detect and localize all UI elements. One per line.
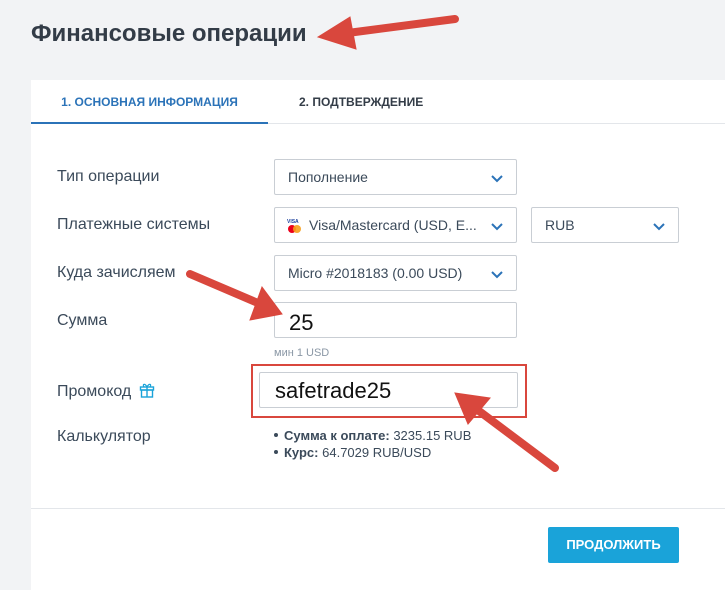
gift-icon (139, 383, 154, 398)
mastercard-icon: VISA (287, 219, 301, 233)
page-title: Финансовые операции (31, 20, 307, 47)
amount-label: Сумма (57, 312, 108, 329)
calculator-label: Калькулятор (57, 428, 151, 445)
currency-value: RUB (545, 217, 575, 233)
calc-row-rate: Курс: 64.7029 RUB/USD (274, 444, 471, 461)
payment-system-value: Visa/Mastercard (USD, E... (309, 217, 477, 233)
chevron-down-icon (491, 271, 503, 279)
operation-type-label: Тип операции (57, 168, 160, 185)
footer-divider (31, 508, 725, 509)
chevron-down-icon (491, 175, 503, 183)
destination-label: Куда зачисляем (57, 264, 176, 281)
promo-highlight-frame (251, 364, 527, 418)
destination-select[interactable]: Micro #2018183 (0.00 USD) (274, 255, 517, 291)
calc-row-total: Сумма к оплате: 3235.15 RUB (274, 427, 471, 444)
operation-type-select[interactable]: Пополнение (274, 159, 517, 195)
tabs: 1. Основная информация 2. Подтверждение (31, 80, 725, 124)
arrow-to-title (336, 15, 459, 38)
payment-system-select[interactable]: VISA Visa/Mastercard (USD, E... (274, 207, 517, 243)
currency-select[interactable]: RUB (531, 207, 679, 243)
payment-system-label: Платежные системы (57, 216, 211, 233)
operation-type-value: Пополнение (288, 169, 368, 185)
amount-value: 25 (289, 310, 314, 335)
calculator-results: Сумма к оплате: 3235.15 RUB Курс: 64.702… (274, 427, 471, 461)
operations-card: 1. Основная информация 2. Подтверждение … (31, 80, 725, 590)
chevron-down-icon (491, 223, 503, 231)
svg-text:VISA: VISA (287, 219, 299, 225)
tab-main-info[interactable]: 1. Основная информация (31, 80, 268, 124)
amount-hint: мин 1 USD (274, 347, 330, 359)
promo-label-text: Промокод (57, 383, 132, 400)
promo-label: Промокод (57, 382, 155, 401)
chevron-down-icon (653, 223, 665, 231)
destination-value: Micro #2018183 (0.00 USD) (288, 265, 463, 281)
continue-button[interactable]: ПРОДОЛЖИТЬ (548, 527, 679, 563)
amount-input[interactable]: 25 (274, 302, 517, 338)
arrow-head-title (316, 16, 357, 50)
tab-confirmation[interactable]: 2. Подтверждение (299, 80, 423, 124)
